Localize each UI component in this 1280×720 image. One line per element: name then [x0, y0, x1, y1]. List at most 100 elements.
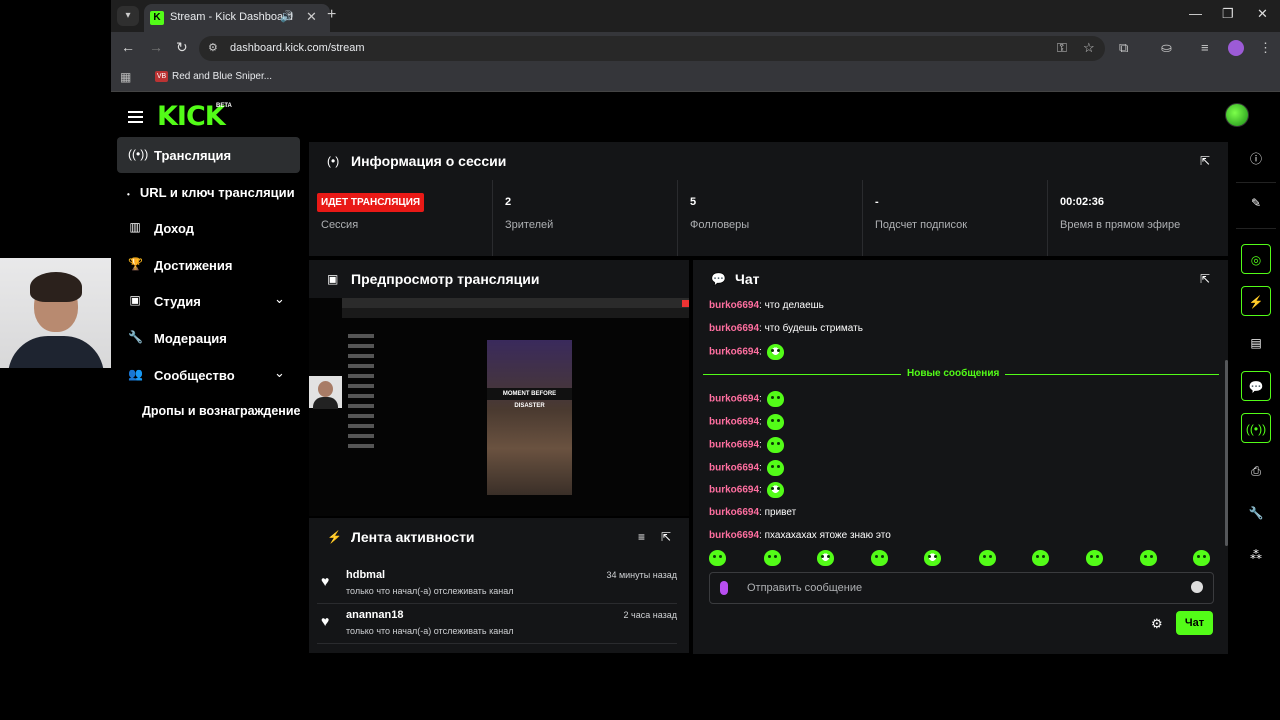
sidebar-item-stream[interactable]: ((•)) Трансляция: [117, 137, 300, 173]
maximize-icon[interactable]: ❐: [1222, 6, 1234, 22]
kick-favicon-icon: K: [150, 11, 164, 25]
chat-username[interactable]: burko6694: [709, 507, 759, 518]
sidebar-item-label: Достижения: [154, 258, 233, 273]
uptime-stat: 00:02:36 Время в прямом эфире: [1047, 180, 1228, 256]
emote-icon[interactable]: [817, 550, 834, 566]
popout-icon[interactable]: ⇱: [661, 530, 671, 544]
print-icon[interactable]: ⎙: [1241, 456, 1271, 486]
browser-menu-icon[interactable]: ⋮: [1259, 40, 1272, 56]
chat-settings-icon[interactable]: ⚙: [1151, 616, 1163, 632]
password-key-icon[interactable]: ⚿: [1057, 40, 1067, 56]
apps-grid-icon[interactable]: ▦: [120, 70, 131, 84]
emote-icon[interactable]: [1140, 550, 1157, 566]
activity-username[interactable]: anannan18: [346, 609, 403, 621]
trophy-icon: 🏆: [128, 257, 143, 271]
bolt-icon[interactable]: ⚡: [1241, 286, 1271, 316]
stat-value: 2: [505, 196, 512, 208]
chat-input[interactable]: Отправить сообщение: [709, 572, 1214, 604]
panel-title: Лента активности: [351, 529, 475, 545]
site-info-icon[interactable]: ⚙: [208, 41, 218, 54]
hamburger-menu-icon[interactable]: [128, 108, 143, 126]
broadcast-icon[interactable]: ((•)): [1241, 413, 1271, 443]
stream-preview[interactable]: MOMENT BEFORE DISASTER: [309, 298, 689, 516]
chat-send-button[interactable]: Чат: [1176, 611, 1213, 635]
share-icon[interactable]: ⁂: [1241, 540, 1271, 570]
activity-time: 34 минуты назад: [606, 570, 677, 580]
chat-bubble-icon[interactable]: 💬: [1241, 371, 1271, 401]
focus-icon[interactable]: ◎: [1241, 244, 1271, 274]
chat-username[interactable]: burko6694: [709, 485, 759, 496]
profile-avatar[interactable]: [1228, 40, 1244, 56]
stat-value: -: [875, 196, 879, 208]
wrench-icon: 🔧: [128, 330, 143, 344]
popout-icon[interactable]: ⇱: [1200, 272, 1210, 286]
info-icon[interactable]: ⓘ: [1241, 144, 1271, 174]
reload-icon[interactable]: ↻: [176, 39, 188, 56]
notes-icon[interactable]: ▤: [1241, 328, 1271, 358]
kick-logo[interactable]: KICK: [157, 101, 226, 132]
minimize-icon[interactable]: —: [1189, 6, 1202, 21]
back-icon[interactable]: ←: [121, 39, 135, 55]
people-icon: 👥: [128, 367, 143, 381]
emote-icon[interactable]: [1032, 550, 1049, 566]
close-tab-icon[interactable]: ✕: [306, 9, 317, 25]
chat-username[interactable]: burko6694: [709, 323, 759, 334]
filter-icon[interactable]: ≡: [638, 530, 645, 544]
chat-scrollbar[interactable]: [1225, 360, 1228, 546]
sidebar-item-label: Доход: [154, 221, 194, 236]
sidebar-item-revenue[interactable]: ▥ Доход: [117, 210, 300, 246]
bookmark-item[interactable]: Red and Blue Sniper...: [172, 71, 272, 82]
browser-tab[interactable]: K Stream - Kick Dashboard 🔊 ✕: [144, 4, 330, 32]
emote-icon[interactable]: [871, 550, 888, 566]
edit-icon[interactable]: ✎: [1241, 188, 1271, 218]
chat-username[interactable]: burko6694: [709, 440, 759, 451]
chat-username[interactable]: burko6694: [709, 347, 759, 358]
tab-search-button[interactable]: ▾: [117, 6, 139, 26]
media-icon[interactable]: ≡: [1201, 40, 1209, 55]
activity-description: только что начал(-а) отслеживать канал: [346, 586, 514, 596]
emote-icon[interactable]: [764, 550, 781, 566]
bookmarks-bar: ▦ VB Red and Blue Sniper...: [111, 64, 1280, 92]
sidebar-item-studio[interactable]: ▣ Студия ⌄: [117, 283, 300, 319]
sidebar-item-achievements[interactable]: 🏆 Достижения: [117, 247, 300, 283]
kick-dashboard: KICK BETA ((•)) Трансляция • URL и ключ т…: [111, 92, 1280, 720]
sidebar-item-drops[interactable]: Дропы и вознаграждение: [142, 404, 300, 418]
emote-icon[interactable]: [709, 550, 726, 566]
emote-icon[interactable]: [979, 550, 996, 566]
emote-icon[interactable]: [924, 550, 941, 566]
wrench-icon[interactable]: 🔧: [1241, 498, 1271, 528]
new-tab-button[interactable]: +: [327, 6, 336, 24]
heart-icon: ♥: [321, 573, 330, 589]
emoji-picker-icon[interactable]: [1191, 581, 1203, 593]
popout-icon[interactable]: ⇱: [1200, 154, 1210, 168]
emote-icon[interactable]: [1193, 550, 1210, 566]
forward-icon[interactable]: →: [149, 39, 163, 55]
chat-text: пхахахахах ятоже знаю это: [764, 530, 891, 541]
bookmark-star-icon[interactable]: ☆: [1083, 40, 1095, 56]
stat-label: Время в прямом эфире: [1060, 219, 1181, 231]
sidebar-item-community[interactable]: 👥 Сообщество ⌄: [117, 357, 300, 393]
stat-label: Зрителей: [505, 219, 554, 231]
sidebar-item-url-key[interactable]: • URL и ключ трансляции: [127, 185, 295, 200]
audio-icon[interactable]: 🔊: [280, 10, 294, 23]
mic-icon[interactable]: [720, 581, 728, 595]
activity-description: только что начал(-а) отслеживать канал: [346, 626, 514, 636]
browser-toolbar: ← → ↻ ⚙ dashboard.kick.com/stream ⚿ ☆ ⧉ …: [111, 32, 1280, 64]
stat-value: 5: [690, 196, 697, 208]
chat-username[interactable]: burko6694: [709, 394, 759, 405]
chat-username[interactable]: burko6694: [709, 417, 759, 428]
sidebar-item-moderation[interactable]: 🔧 Модерация: [117, 320, 300, 356]
extensions-icon[interactable]: ⧉: [1119, 40, 1128, 56]
emote-icon[interactable]: [1086, 550, 1103, 566]
activity-username[interactable]: hdbmal: [346, 569, 385, 581]
incognito-icon[interactable]: ⛀: [1161, 40, 1172, 56]
chat-username[interactable]: burko6694: [709, 463, 759, 474]
address-bar[interactable]: ⚙ dashboard.kick.com/stream ⚿ ☆: [199, 36, 1105, 61]
chat-username[interactable]: burko6694: [709, 530, 759, 541]
broadcast-icon: ((•)): [128, 147, 149, 161]
tab-title: Stream - Kick Dashboard: [170, 11, 293, 23]
preview-icon: ▣: [327, 272, 339, 286]
close-window-icon[interactable]: ✕: [1257, 6, 1268, 22]
chat-username[interactable]: burko6694: [709, 300, 759, 311]
user-avatar[interactable]: [1225, 103, 1249, 127]
